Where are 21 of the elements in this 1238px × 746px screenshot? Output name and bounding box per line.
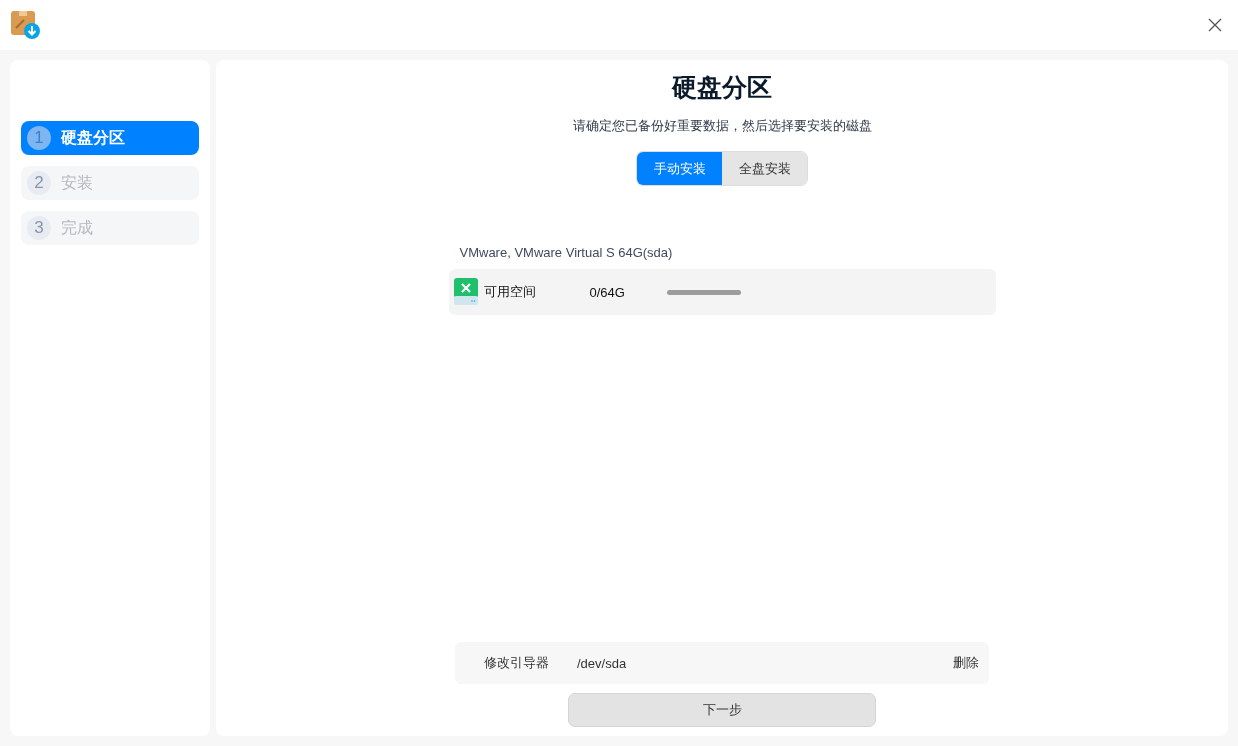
partition-size: 0/64G [589,284,626,300]
step-item[interactable]: 1 硬盘分区 [21,121,199,155]
partition-row[interactable]: 可用空间 0/64G [448,269,996,315]
mode-tab[interactable]: 全盘安装 [722,152,807,185]
step-label: 安装 [61,172,93,193]
step-label: 硬盘分区 [61,127,125,148]
partition-label: 可用空间 [483,283,537,301]
bootloader-label: 修改引导器 [484,654,549,672]
app-package-icon [10,10,40,40]
step-label: 完成 [61,217,93,238]
mode-tab[interactable]: 手动安装 [637,152,722,185]
next-button[interactable]: 下一步 [568,693,876,727]
page-title: 硬盘分区 [672,72,772,103]
bootloader-device: /dev/sda [577,655,628,671]
disk-name: VMware, VMware Virtual S 64G(sda) [458,245,673,260]
delete-button[interactable]: 删除 [953,654,979,672]
page-subtitle: 请确定您已备份好重要数据，然后选择要安装的磁盘 [572,117,872,135]
drive-icon [453,278,478,306]
step-number: 2 [27,171,51,195]
step-number: 3 [27,216,51,240]
step-number: 1 [27,126,51,150]
